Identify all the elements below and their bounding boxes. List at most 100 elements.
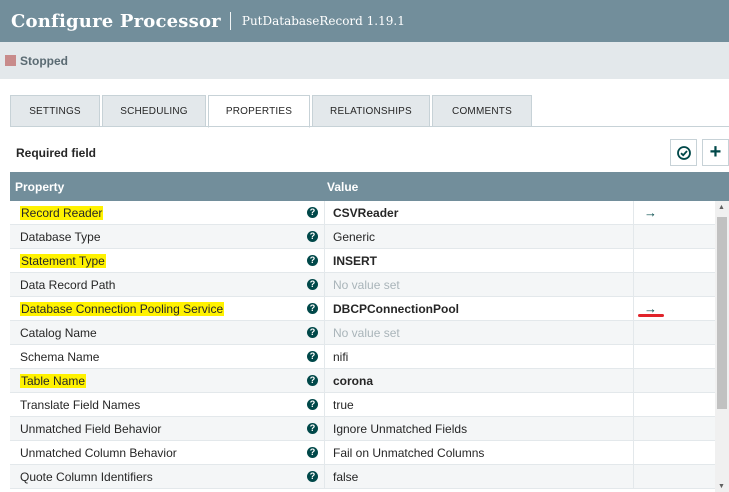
property-name: Table Name xyxy=(20,373,87,388)
property-value-cell[interactable]: Ignore Unmatched Fields xyxy=(325,416,634,441)
property-name-cell: Record Reader? xyxy=(10,200,325,225)
property-name: Database Connection Pooling Service xyxy=(20,301,225,316)
property-value-cell[interactable]: No value set xyxy=(325,272,634,297)
plus-icon: + xyxy=(709,141,722,163)
property-name: Statement Type xyxy=(20,253,106,268)
property-actions-cell xyxy=(634,465,715,489)
help-icon[interactable]: ? xyxy=(307,326,318,338)
table-row[interactable]: Catalog Name? No value set xyxy=(10,320,715,345)
table-row[interactable]: Data Record Path? No value set xyxy=(10,272,715,297)
tab-relationships[interactable]: RELATIONSHIPS xyxy=(312,95,430,127)
property-value: corona xyxy=(333,373,374,388)
property-name: Record Reader xyxy=(20,205,104,220)
column-header-value: Value xyxy=(327,179,359,194)
table-row[interactable]: Statement Type? INSERT xyxy=(10,248,715,273)
scroll-up-icon[interactable]: ▲ xyxy=(718,204,725,211)
property-value: No value set xyxy=(333,325,400,340)
check-circle-icon xyxy=(676,145,691,160)
table-row[interactable]: Schema Name? nifi xyxy=(10,344,715,369)
property-name-cell: Quote Column Identifiers? xyxy=(10,464,325,489)
property-value: No value set xyxy=(333,277,400,292)
help-icon[interactable]: ? xyxy=(307,230,318,242)
help-icon[interactable]: ? xyxy=(307,398,318,410)
property-value-cell[interactable]: true xyxy=(325,392,634,417)
help-icon[interactable]: ? xyxy=(307,350,318,362)
property-value-cell[interactable]: DBCPConnectionPool xyxy=(325,296,634,321)
property-actions-cell xyxy=(634,321,715,345)
help-icon[interactable]: ? xyxy=(307,302,318,314)
property-actions-cell xyxy=(634,393,715,417)
table-row[interactable]: Translate Field Names? true xyxy=(10,392,715,417)
property-value: false xyxy=(333,469,359,484)
property-name: Catalog Name xyxy=(20,325,97,340)
property-name-cell: Database Connection Pooling Service? xyxy=(10,296,325,321)
property-actions-cell: → xyxy=(634,297,715,321)
verify-properties-button[interactable] xyxy=(670,139,697,166)
property-name-cell: Data Record Path? xyxy=(10,272,325,297)
help-icon[interactable]: ? xyxy=(307,374,318,386)
property-value: nifi xyxy=(333,349,349,364)
property-name-cell: Catalog Name? xyxy=(10,320,325,345)
property-value: true xyxy=(333,397,354,412)
property-name: Unmatched Column Behavior xyxy=(20,445,177,460)
help-icon[interactable]: ? xyxy=(307,422,318,434)
property-value: Fail on Unmatched Columns xyxy=(333,445,485,460)
help-icon[interactable]: ? xyxy=(307,206,318,218)
property-name: Database Type xyxy=(20,229,101,244)
table-header: Property Value xyxy=(10,172,729,201)
property-value-cell[interactable]: Generic xyxy=(325,224,634,249)
tab-settings[interactable]: SETTINGS xyxy=(10,95,100,127)
tab-scheduling[interactable]: SCHEDULING xyxy=(102,95,206,127)
property-value-cell[interactable]: No value set xyxy=(325,320,634,345)
dialog-title: Configure Processor xyxy=(11,10,221,32)
help-icon[interactable]: ? xyxy=(307,470,318,482)
help-icon[interactable]: ? xyxy=(307,446,318,458)
property-value: Generic xyxy=(333,229,376,244)
property-name-cell: Table Name? xyxy=(10,368,325,393)
table-row[interactable]: Table Name? corona xyxy=(10,368,715,393)
property-actions-cell xyxy=(634,225,715,249)
property-name-cell: Database Type? xyxy=(10,224,325,249)
table-row[interactable]: Unmatched Field Behavior? Ignore Unmatche… xyxy=(10,416,715,441)
status-bar: Stopped xyxy=(0,42,729,79)
scrollbar-thumb[interactable] xyxy=(717,217,727,409)
property-value-cell[interactable]: INSERT xyxy=(325,248,634,273)
property-actions-cell: → xyxy=(634,201,715,225)
title-separator xyxy=(229,12,231,30)
property-value: DBCPConnectionPool xyxy=(333,301,459,316)
property-actions-cell xyxy=(634,369,715,393)
tab-comments[interactable]: COMMENTS xyxy=(432,95,532,127)
property-actions-cell xyxy=(634,345,715,369)
table-row[interactable]: Database Connection Pooling Service? DBCP… xyxy=(10,296,715,321)
property-name-cell: Translate Field Names? xyxy=(10,392,325,417)
property-name: Quote Column Identifiers xyxy=(20,469,153,484)
vertical-scrollbar[interactable]: ▲ ▼ xyxy=(715,201,729,492)
add-property-button[interactable]: + xyxy=(702,139,729,166)
property-name-cell: Unmatched Column Behavior? xyxy=(10,440,325,465)
go-to-service-icon[interactable]: → xyxy=(644,205,657,220)
property-actions-cell xyxy=(634,417,715,441)
property-value-cell[interactable]: corona xyxy=(325,368,634,393)
properties-table: Property Value Record Reader? CSVReader → D… xyxy=(10,172,729,492)
table-row[interactable]: Quote Column Identifiers? false xyxy=(10,464,715,489)
property-actions-cell xyxy=(634,249,715,273)
annotation-underline xyxy=(638,313,664,317)
property-actions-cell xyxy=(634,441,715,465)
table-row[interactable]: Record Reader? CSVReader → xyxy=(10,200,715,225)
property-value-cell[interactable]: Fail on Unmatched Columns xyxy=(325,440,634,465)
table-row[interactable]: Database Type? Generic xyxy=(10,224,715,249)
property-value-cell[interactable]: nifi xyxy=(325,344,634,369)
dialog-titlebar: Configure Processor PutDatabaseRecord 1.… xyxy=(0,0,729,42)
property-value-cell[interactable]: CSVReader xyxy=(325,200,634,225)
scroll-down-icon[interactable]: ▼ xyxy=(718,483,725,490)
property-name-cell: Unmatched Field Behavior? xyxy=(10,416,325,441)
property-name-cell: Schema Name? xyxy=(10,344,325,369)
property-value: INSERT xyxy=(333,253,378,268)
processor-type: PutDatabaseRecord 1.19.1 xyxy=(241,14,405,28)
table-row[interactable]: Unmatched Column Behavior? Fail on Unmatc… xyxy=(10,440,715,465)
help-icon[interactable]: ? xyxy=(307,278,318,290)
property-value-cell[interactable]: false xyxy=(325,464,634,489)
tab-properties[interactable]: PROPERTIES xyxy=(208,95,310,128)
help-icon[interactable]: ? xyxy=(307,254,318,266)
property-actions-cell xyxy=(634,273,715,297)
